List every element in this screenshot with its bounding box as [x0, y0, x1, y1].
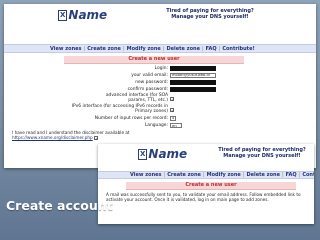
form-title: Create a new user	[64, 56, 244, 64]
result-title: Create a new user	[126, 182, 296, 190]
result-message: A mail was successfully sent to you, to …	[106, 192, 301, 202]
tagline: Tired of paying for everything? Manage y…	[214, 147, 310, 159]
language-select[interactable]: en	[170, 123, 182, 128]
email-field[interactable]: mooth@yusuf.web.id	[170, 73, 216, 78]
new-password-row: new password:	[112, 80, 216, 85]
ipv6-row: IPv6 interface (for accessing IPv6 recor…	[62, 104, 175, 114]
advanced-checkbox[interactable]: ✓	[170, 96, 174, 101]
nav-faq[interactable]: FAQ	[206, 46, 217, 52]
nav-separator: |	[201, 45, 204, 52]
nav-faq[interactable]: FAQ	[286, 172, 297, 178]
nav-separator: |	[298, 172, 301, 178]
login-field[interactable]	[170, 66, 216, 71]
disclaimer-checkbox[interactable]: ✓	[94, 136, 98, 141]
nav-separator: |	[122, 45, 125, 52]
confirm-password-row: confirm password:	[112, 87, 216, 92]
disclaimer: I have read and I understand the disclai…	[12, 130, 192, 141]
nav-bar: View zones | Create zone | Modify zone | De…	[4, 44, 316, 53]
login-row: Login:	[112, 66, 216, 71]
logo-text: Name	[148, 147, 188, 161]
nav-modify-zone[interactable]: Modify zone	[207, 172, 241, 178]
nav-bar: View zones | Create zone | Modify zone | De…	[98, 171, 314, 179]
rows-label: Number of input rows per record:	[94, 116, 168, 121]
advanced-row: advanced interface (for SOA params, TTL,…	[92, 93, 175, 103]
tagline-line2: Manage your DNS yourself!	[223, 153, 301, 159]
language-row: Language: en	[112, 123, 182, 128]
nav-separator: |	[281, 172, 284, 178]
nav-view-zones[interactable]: View zones	[50, 46, 82, 52]
nav-separator: |	[202, 172, 205, 178]
logo-mark-icon: X	[138, 148, 148, 160]
nav-contribute[interactable]: Contribute!	[302, 172, 314, 178]
rows-field[interactable]: 4	[170, 116, 176, 121]
nav-modify-zone[interactable]: Modify zone	[127, 46, 161, 52]
logo-text: Name	[68, 8, 108, 22]
logo-mark-icon: X	[58, 9, 68, 21]
new-password-field[interactable]	[170, 80, 216, 85]
nav-separator: |	[83, 45, 86, 52]
tagline-line2: Manage your DNS yourself!	[171, 14, 249, 20]
disclaimer-link[interactable]: https://www.xname.org/disclaimer.php	[12, 135, 93, 140]
tagline: Tired of paying for everything? Manage y…	[150, 8, 270, 20]
advanced-label: advanced interface (for SOA params, TTL,…	[105, 93, 168, 103]
new-password-label: new password:	[135, 80, 168, 85]
rows-row: Number of input rows per record: 4	[92, 116, 176, 121]
nav-create-zone[interactable]: Create zone	[167, 172, 201, 178]
slide-caption: Create account	[6, 198, 113, 213]
email-label: your valid email:	[131, 73, 168, 78]
nav-create-zone[interactable]: Create zone	[87, 46, 121, 52]
confirm-password-field[interactable]	[170, 87, 216, 92]
email-row: your valid email: mooth@yusuf.web.id	[112, 73, 216, 78]
login-label: Login:	[154, 66, 168, 71]
ipv6-checkbox[interactable]: ✓	[170, 107, 174, 112]
nav-separator: |	[163, 172, 166, 178]
language-label: Language:	[144, 123, 168, 128]
nav-separator: |	[242, 172, 245, 178]
nav-separator: |	[162, 45, 165, 52]
confirmation-window: X Name Tired of paying for everything? M…	[98, 144, 314, 224]
nav-delete-zone[interactable]: Delete zone	[247, 172, 280, 178]
site-logo[interactable]: X Name	[138, 147, 187, 161]
confirm-password-label: confirm password:	[127, 87, 168, 92]
site-logo[interactable]: X Name	[58, 8, 107, 22]
ipv6-label: IPv6 interface (for accessing IPv6 recor…	[71, 104, 168, 114]
nav-contribute[interactable]: Contribute!	[222, 46, 254, 52]
nav-separator: |	[218, 45, 221, 52]
nav-view-zones[interactable]: View zones	[130, 172, 162, 178]
header: X Name Tired of paying for everything? M…	[4, 4, 316, 42]
nav-delete-zone[interactable]: Delete zone	[167, 46, 200, 52]
